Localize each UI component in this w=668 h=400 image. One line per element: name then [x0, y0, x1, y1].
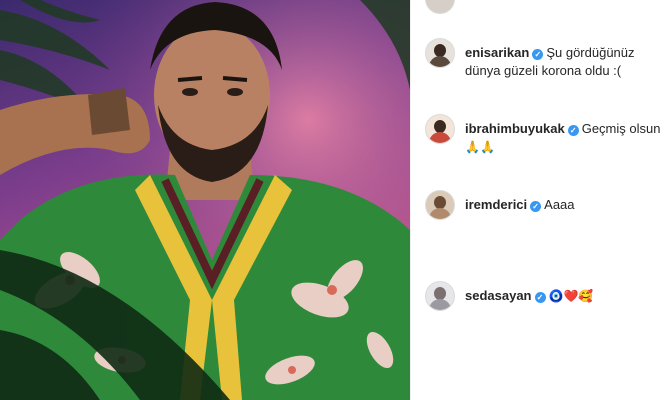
comment-item: sedasayan ✓ 🧿❤️🥰 — [425, 281, 661, 311]
comment-item: ibrahimbuyukak ✓ Geçmiş olsun 🙏🙏 — [425, 114, 661, 156]
comment-username[interactable]: iremderici — [465, 197, 527, 212]
comment-emoji: 🙏🙏 — [465, 140, 495, 154]
avatar[interactable] — [425, 281, 455, 311]
comment-item: enisarikan ✓ Şu gördüğünüz dünya güzeli ko… — [425, 38, 661, 80]
verified-badge-icon: ✓ — [532, 49, 544, 60]
comments-panel: enisarikan ✓ Şu gördüğünüz dünya güzeli ko… — [410, 0, 668, 400]
post-photo[interactable] — [0, 0, 410, 400]
avatar[interactable] — [425, 190, 455, 220]
verified-badge-icon: ✓ — [567, 125, 579, 136]
comment-text: Geçmiş olsun — [581, 121, 661, 136]
avatar[interactable] — [425, 114, 455, 144]
post-photo-illustration — [0, 0, 410, 400]
verified-badge-icon: ✓ — [534, 292, 546, 303]
comment-text: Aaaa — [544, 197, 575, 212]
comment-emoji: 🧿❤️🥰 — [548, 289, 594, 303]
avatar[interactable] — [425, 38, 455, 68]
comment-username[interactable]: sedasayan — [465, 288, 532, 303]
comment-username[interactable]: enisarikan — [465, 45, 529, 60]
avatar[interactable] — [425, 0, 455, 14]
verified-badge-icon: ✓ — [530, 201, 542, 212]
avatar-shoulders — [429, 56, 451, 67]
comment-item: iremderici ✓ Aaaa — [425, 190, 661, 220]
comment-username[interactable]: ibrahimbuyukak — [465, 121, 565, 136]
